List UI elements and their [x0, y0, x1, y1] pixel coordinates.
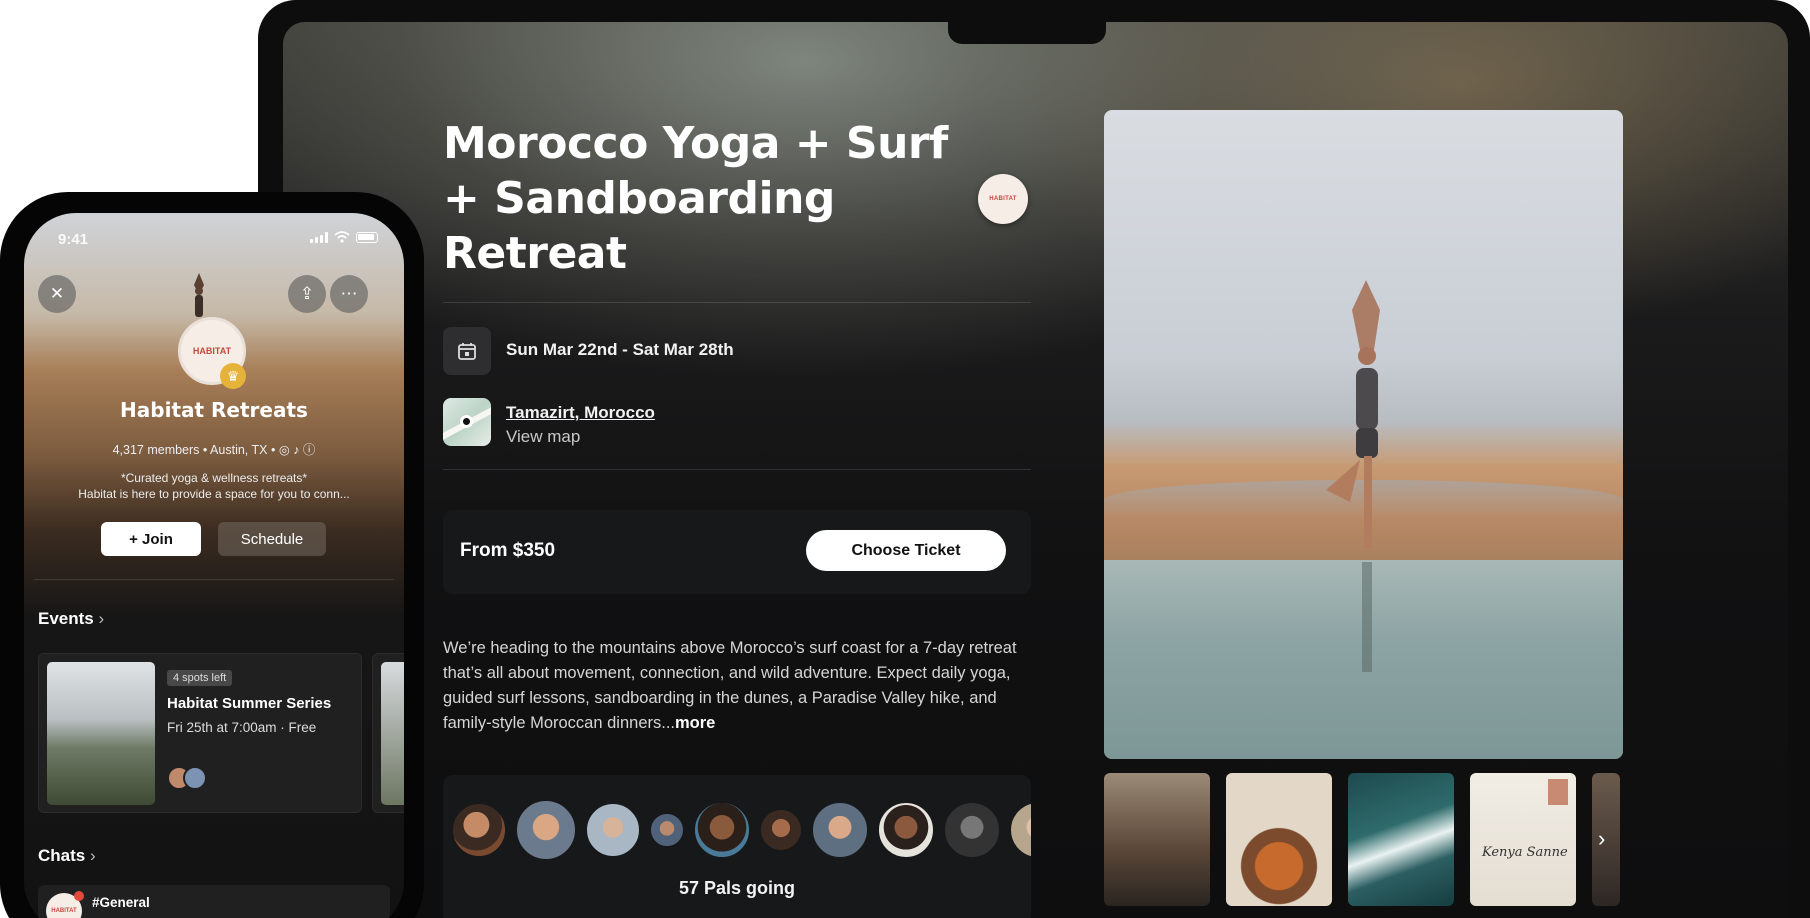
pal-avatar: [515, 799, 577, 861]
group-bio-line1: *Curated yoga & wellness retreats*: [120, 471, 308, 485]
pal-avatar: [877, 801, 935, 859]
crown-icon: ♛: [220, 363, 246, 389]
gallery-thumb[interactable]: [1592, 773, 1620, 906]
map-pin-icon: [460, 415, 473, 428]
more-link[interactable]: more: [675, 714, 715, 732]
hero-image[interactable]: [1104, 110, 1623, 759]
join-button[interactable]: + Join: [101, 522, 201, 556]
divider: [443, 302, 1031, 303]
location-link[interactable]: Tamazirt, Morocco: [506, 403, 655, 423]
signal-icon: [310, 231, 328, 243]
close-icon[interactable]: ✕: [38, 275, 76, 313]
wifi-icon: [334, 231, 350, 243]
pal-avatar: [811, 801, 869, 859]
group-meta: 4,317 members • Austin, TX • ◎ ♪ ⓘ: [112, 443, 316, 457]
event-title: Morocco Yoga + Surf + Sandboarding Retre…: [443, 118, 948, 279]
gallery-thumb[interactable]: Kenya Sanne: [1470, 773, 1576, 906]
pal-avatar: [451, 802, 507, 858]
schedule-button[interactable]: Schedule: [218, 522, 326, 556]
event-description: We’re heading to the mountains above Mor…: [443, 636, 1031, 736]
divider: [34, 579, 394, 580]
phone-screen: 9:41 ✕ ⇪ ⋯ HABITAT ♛ Habitat Retreats 4,…: [24, 213, 404, 918]
battery-icon: [356, 231, 378, 243]
pal-avatar: [585, 802, 641, 858]
pals-avatars: [451, 799, 1031, 861]
chats-heading-label: Chats: [38, 846, 86, 865]
event-dates: Sun Mar 22nd - Sat Mar 28th: [506, 340, 734, 359]
event-card[interactable]: 4 spots left Habitat Summer Series Fri 2…: [38, 653, 362, 813]
status-icons: [310, 231, 378, 243]
chevron-right-icon[interactable]: ›: [1598, 826, 1605, 852]
event-card[interactable]: [372, 653, 404, 813]
group-name: Habitat Retreats: [120, 398, 308, 422]
yoga-figure: [194, 273, 204, 317]
host-avatar[interactable]: HABITAT: [978, 174, 1028, 224]
spots-left-badge: 4 spots left: [167, 670, 233, 686]
events-heading-label: Events: [38, 609, 94, 628]
attendee-avatar: [183, 766, 207, 790]
gallery-thumb[interactable]: [1226, 773, 1332, 906]
event-card-attendees: [167, 766, 207, 790]
chevron-right-icon: ›: [89, 846, 96, 865]
divider: [443, 469, 1031, 470]
event-image: [47, 662, 155, 805]
gallery-thumb[interactable]: [1348, 773, 1454, 906]
choose-ticket-button[interactable]: Choose Ticket: [806, 530, 1006, 571]
pal-avatar: [649, 812, 685, 848]
pals-going-card[interactable]: 57 Pals going: [443, 775, 1031, 918]
ticket-card: From $350 Choose Ticket: [443, 510, 1031, 594]
chevron-right-icon: ›: [98, 609, 105, 628]
description-text: We’re heading to the mountains above Mor…: [443, 639, 1017, 732]
calendar-icon: [443, 327, 491, 375]
status-time: 9:41: [58, 231, 89, 248]
ticket-price: From $350: [460, 540, 556, 561]
chat-name: #General: [92, 895, 150, 910]
map-thumbnail[interactable]: [443, 398, 491, 446]
yoga-pose-figure: [1326, 280, 1380, 672]
events-heading[interactable]: Events ›: [38, 609, 104, 629]
camera-notch: [948, 22, 1106, 44]
group-bio-line2[interactable]: Habitat is here to provide a space for y…: [24, 487, 404, 501]
chats-heading[interactable]: Chats ›: [38, 846, 96, 866]
share-icon[interactable]: ⇪: [288, 275, 326, 313]
pal-avatar: [693, 801, 751, 859]
pal-avatar: [943, 801, 1001, 859]
pals-going-count: 57 Pals going: [678, 878, 796, 898]
gallery-thumbnails: Kenya Sanne: [1104, 773, 1620, 906]
chat-row[interactable]: HABITAT #General: [38, 885, 390, 918]
event-card-time: Fri 25th at 7:00am · Free: [167, 720, 317, 735]
gallery-thumb[interactable]: [1104, 773, 1210, 906]
pal-avatar: [1009, 801, 1031, 859]
event-card-title: Habitat Summer Series: [167, 695, 332, 712]
more-icon[interactable]: ⋯: [330, 275, 368, 313]
view-map-link[interactable]: View map: [506, 427, 580, 447]
pal-avatar: [759, 808, 803, 852]
unread-dot: [74, 891, 84, 901]
